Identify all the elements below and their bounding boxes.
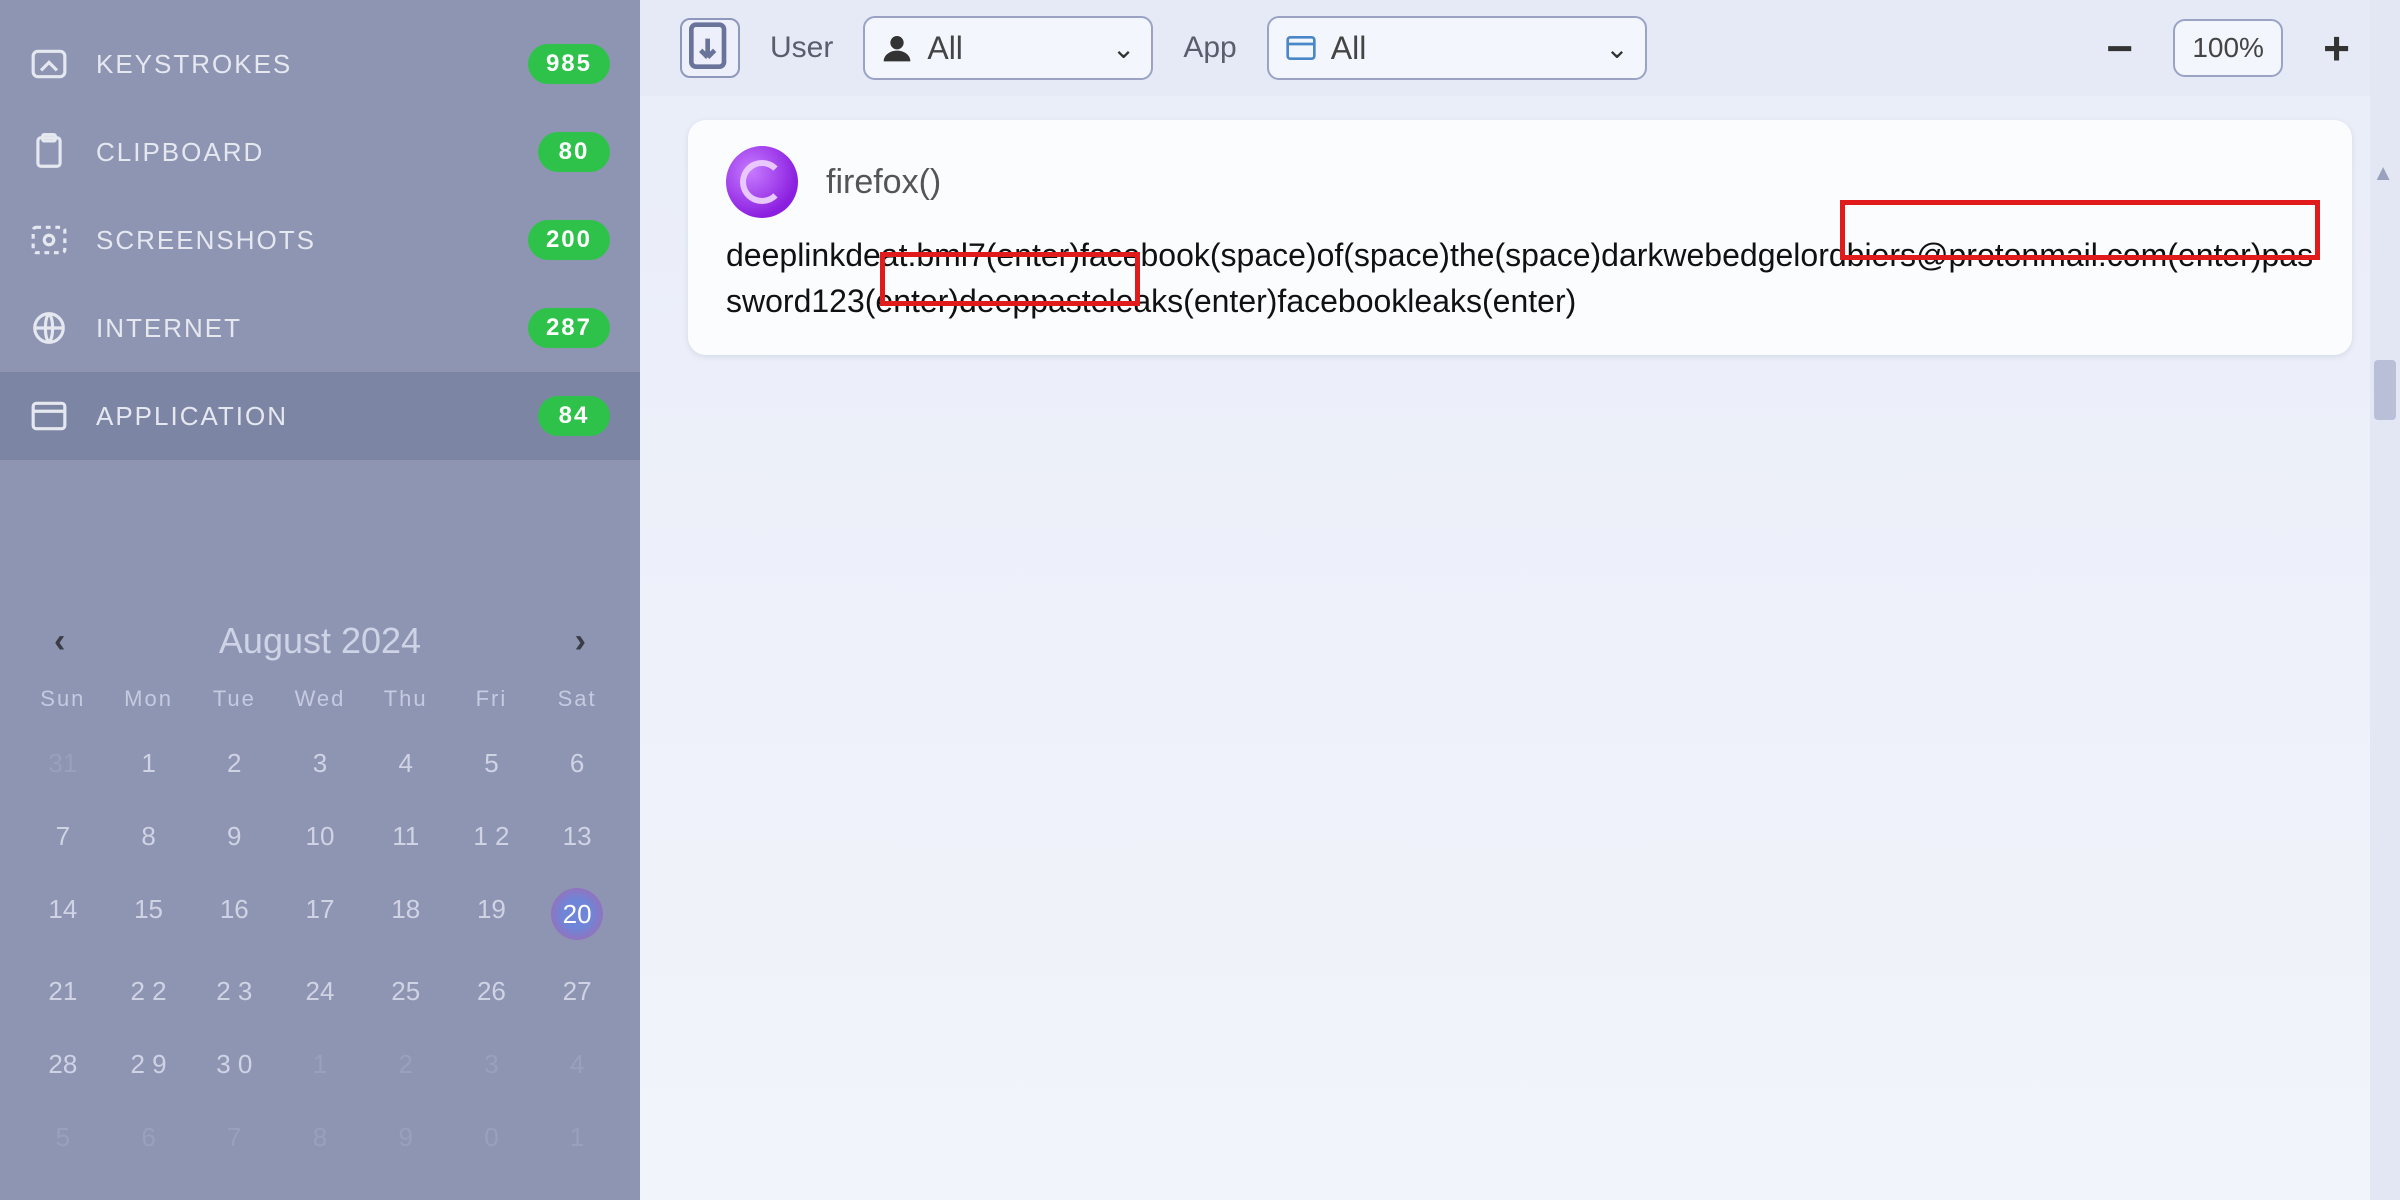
calendar-day[interactable]: 17 <box>277 888 363 940</box>
calendar-day[interactable]: 4 <box>534 1043 620 1086</box>
calendar-dow: Sat <box>534 686 620 712</box>
calendar-day[interactable]: 7 <box>20 815 106 858</box>
calendar-day[interactable]: 18 <box>363 888 449 940</box>
chevron-down-icon: ⌄ <box>1112 32 1135 65</box>
calendar-day[interactable]: 25 <box>363 970 449 1013</box>
calendar-day[interactable]: 8 <box>277 1116 363 1159</box>
calendar-dow: Fri <box>449 686 535 712</box>
calendar-dow: Thu <box>363 686 449 712</box>
calendar-day[interactable]: 2 <box>363 1043 449 1086</box>
scroll-up-icon[interactable]: ▲ <box>2372 160 2394 186</box>
scrollbar[interactable]: ▲ <box>2370 0 2400 1200</box>
calendar: ‹ August 2024 › SunMonTueWedThuFriSat311… <box>0 610 640 1159</box>
user-filter-label: User <box>770 31 833 65</box>
keyboard-icon <box>30 45 68 83</box>
count-badge: 287 <box>528 308 610 348</box>
count-badge: 84 <box>538 396 610 436</box>
calendar-day[interactable]: 21 <box>20 970 106 1013</box>
sidebar-item-screenshots[interactable]: SCREENSHOTS 200 <box>0 196 640 284</box>
calendar-day[interactable]: 15 <box>106 888 192 940</box>
app-filter-label: App <box>1183 31 1236 65</box>
toolbar: User All ⌄ App All ⌄ − 100% + <box>640 0 2400 96</box>
export-button[interactable] <box>680 18 740 78</box>
calendar-day[interactable]: 7 <box>191 1116 277 1159</box>
calendar-day[interactable]: 5 <box>20 1116 106 1159</box>
calendar-day[interactable]: 13 <box>534 815 620 858</box>
sidebar-item-label: APPLICATION <box>96 401 538 432</box>
calendar-dow: Sun <box>20 686 106 712</box>
calendar-day[interactable]: 3 <box>449 1043 535 1086</box>
sidebar-item-keystrokes[interactable]: KEYSTROKES 985 <box>0 20 640 108</box>
calendar-day[interactable]: 8 <box>106 815 192 858</box>
calendar-day[interactable]: 3 0 <box>191 1043 277 1086</box>
calendar-day[interactable]: 19 <box>449 888 535 940</box>
camera-icon <box>30 221 68 259</box>
zoom-in-button[interactable]: + <box>2313 21 2360 75</box>
calendar-title: August 2024 <box>219 620 421 662</box>
sidebar-item-label: SCREENSHOTS <box>96 225 528 256</box>
calendar-day[interactable]: 1 <box>277 1043 363 1086</box>
keystroke-entry-card: firefox() deeplinkdeat.bml7(enter)facebo… <box>688 120 2352 355</box>
window-icon <box>30 397 68 435</box>
app-filter-value: All <box>1331 30 1592 67</box>
zoom-out-button[interactable]: − <box>2096 21 2143 75</box>
calendar-grid: SunMonTueWedThuFriSat3112345678910111 21… <box>20 686 620 1159</box>
sidebar-item-internet[interactable]: INTERNET 287 <box>0 284 640 372</box>
calendar-day[interactable]: 9 <box>191 815 277 858</box>
calendar-day[interactable]: 0 <box>449 1116 535 1159</box>
calendar-day[interactable]: 2 <box>191 742 277 785</box>
calendar-day[interactable]: 31 <box>20 742 106 785</box>
sidebar-item-label: KEYSTROKES <box>96 49 528 80</box>
calendar-day[interactable]: 27 <box>534 970 620 1013</box>
calendar-day[interactable]: 6 <box>106 1116 192 1159</box>
calendar-day[interactable]: 2 3 <box>191 970 277 1013</box>
main-panel: User All ⌄ App All ⌄ − 100% + firefox() … <box>640 0 2400 1200</box>
calendar-day[interactable]: 16 <box>191 888 277 940</box>
entry-app-name: firefox() <box>826 163 941 202</box>
calendar-day[interactable]: 1 2 <box>449 815 535 858</box>
sidebar-item-clipboard[interactable]: CLIPBOARD 80 <box>0 108 640 196</box>
calendar-day[interactable]: 2 9 <box>106 1043 192 1086</box>
calendar-dow: Wed <box>277 686 363 712</box>
calendar-day[interactable]: 1 <box>534 1116 620 1159</box>
calendar-day[interactable]: 6 <box>534 742 620 785</box>
calendar-day[interactable]: 2 2 <box>106 970 192 1013</box>
globe-icon <box>30 309 68 347</box>
calendar-day[interactable]: 4 <box>363 742 449 785</box>
calendar-day[interactable]: 28 <box>20 1043 106 1086</box>
calendar-day[interactable]: 20 <box>551 888 603 940</box>
sidebar-item-application[interactable]: APPLICATION 84 <box>0 372 640 460</box>
count-badge: 985 <box>528 44 610 84</box>
calendar-day[interactable]: 9 <box>363 1116 449 1159</box>
calendar-prev-button[interactable]: ‹ <box>54 622 65 661</box>
calendar-day[interactable]: 5 <box>449 742 535 785</box>
count-badge: 200 <box>528 220 610 260</box>
window-icon <box>1285 32 1317 64</box>
calendar-day[interactable]: 1 <box>106 742 192 785</box>
scroll-thumb[interactable] <box>2374 360 2396 420</box>
firefox-icon <box>726 146 798 218</box>
user-filter-dropdown[interactable]: All ⌄ <box>863 16 1153 80</box>
chevron-down-icon: ⌄ <box>1605 32 1628 65</box>
user-icon <box>881 32 913 64</box>
calendar-day[interactable]: 14 <box>20 888 106 940</box>
calendar-day[interactable]: 11 <box>363 815 449 858</box>
calendar-next-button[interactable]: › <box>575 622 586 661</box>
calendar-day[interactable]: 24 <box>277 970 363 1013</box>
calendar-day[interactable]: 10 <box>277 815 363 858</box>
user-filter-value: All <box>927 30 1098 67</box>
keystroke-text: deeplinkdeat.bml7(enter)facebook(space)o… <box>726 232 2314 325</box>
clipboard-icon <box>30 133 68 171</box>
zoom-level[interactable]: 100% <box>2173 19 2283 77</box>
calendar-day[interactable]: 26 <box>449 970 535 1013</box>
sidebar-item-label: INTERNET <box>96 313 528 344</box>
calendar-dow: Mon <box>106 686 192 712</box>
sidebar-item-label: CLIPBOARD <box>96 137 538 168</box>
count-badge: 80 <box>538 132 610 172</box>
calendar-dow: Tue <box>191 686 277 712</box>
app-filter-dropdown[interactable]: All ⌄ <box>1267 16 1647 80</box>
calendar-day[interactable]: 3 <box>277 742 363 785</box>
sidebar: KEYSTROKES 985 CLIPBOARD 80 SCREENSHOTS … <box>0 0 640 1200</box>
